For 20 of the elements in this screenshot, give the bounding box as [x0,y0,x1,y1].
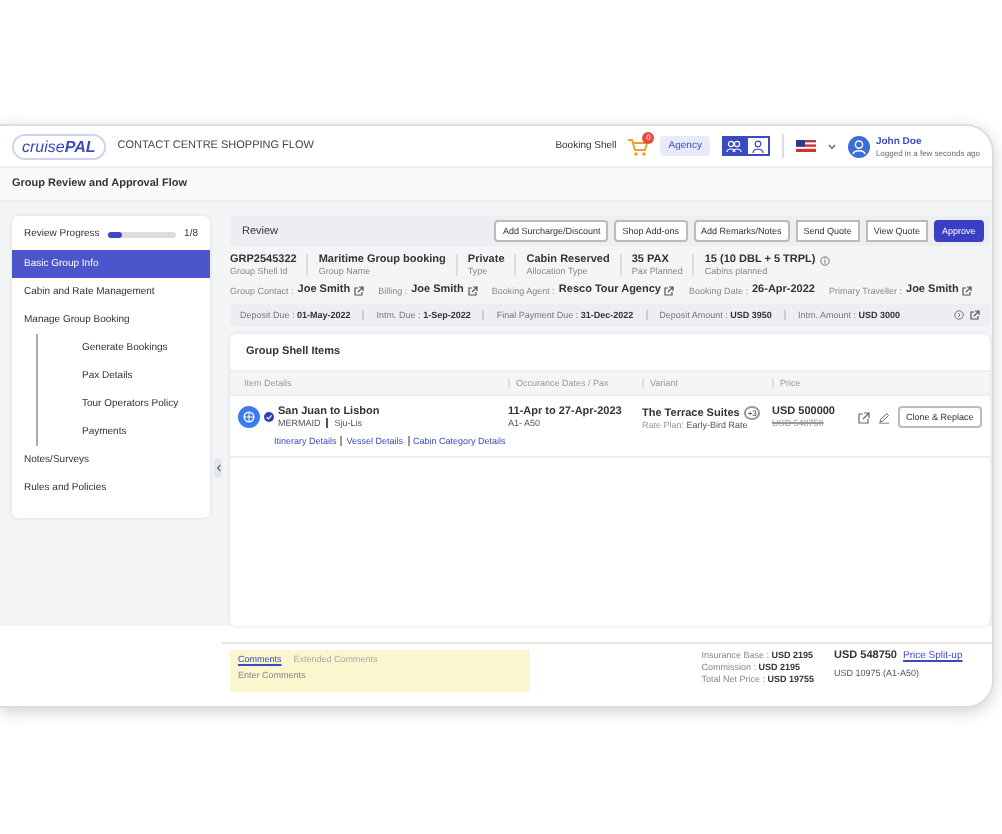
logo: cruisePAL [12,133,106,160]
external-link-icon[interactable] [354,285,365,296]
view-toggle[interactable] [721,136,746,157]
view-toggle[interactable] [745,136,770,157]
chevron-right-circle-icon[interactable] [953,310,964,321]
person-icon [749,139,766,154]
external-link-icon[interactable] [664,285,675,296]
cart-icon [628,137,649,156]
chevron-left-icon [215,464,221,473]
info-icon[interactable] [819,255,830,266]
group-icon [725,139,742,154]
external-link-icon[interactable] [969,310,980,321]
external-link-icon[interactable] [467,285,478,296]
share-icon[interactable] [858,411,870,424]
edit-icon[interactable] [878,411,890,424]
external-link-icon[interactable] [962,285,973,296]
ship-icon [238,406,260,429]
chevron-down-icon[interactable] [827,143,836,150]
avatar-icon[interactable] [847,135,870,158]
flag-icon [795,140,816,153]
